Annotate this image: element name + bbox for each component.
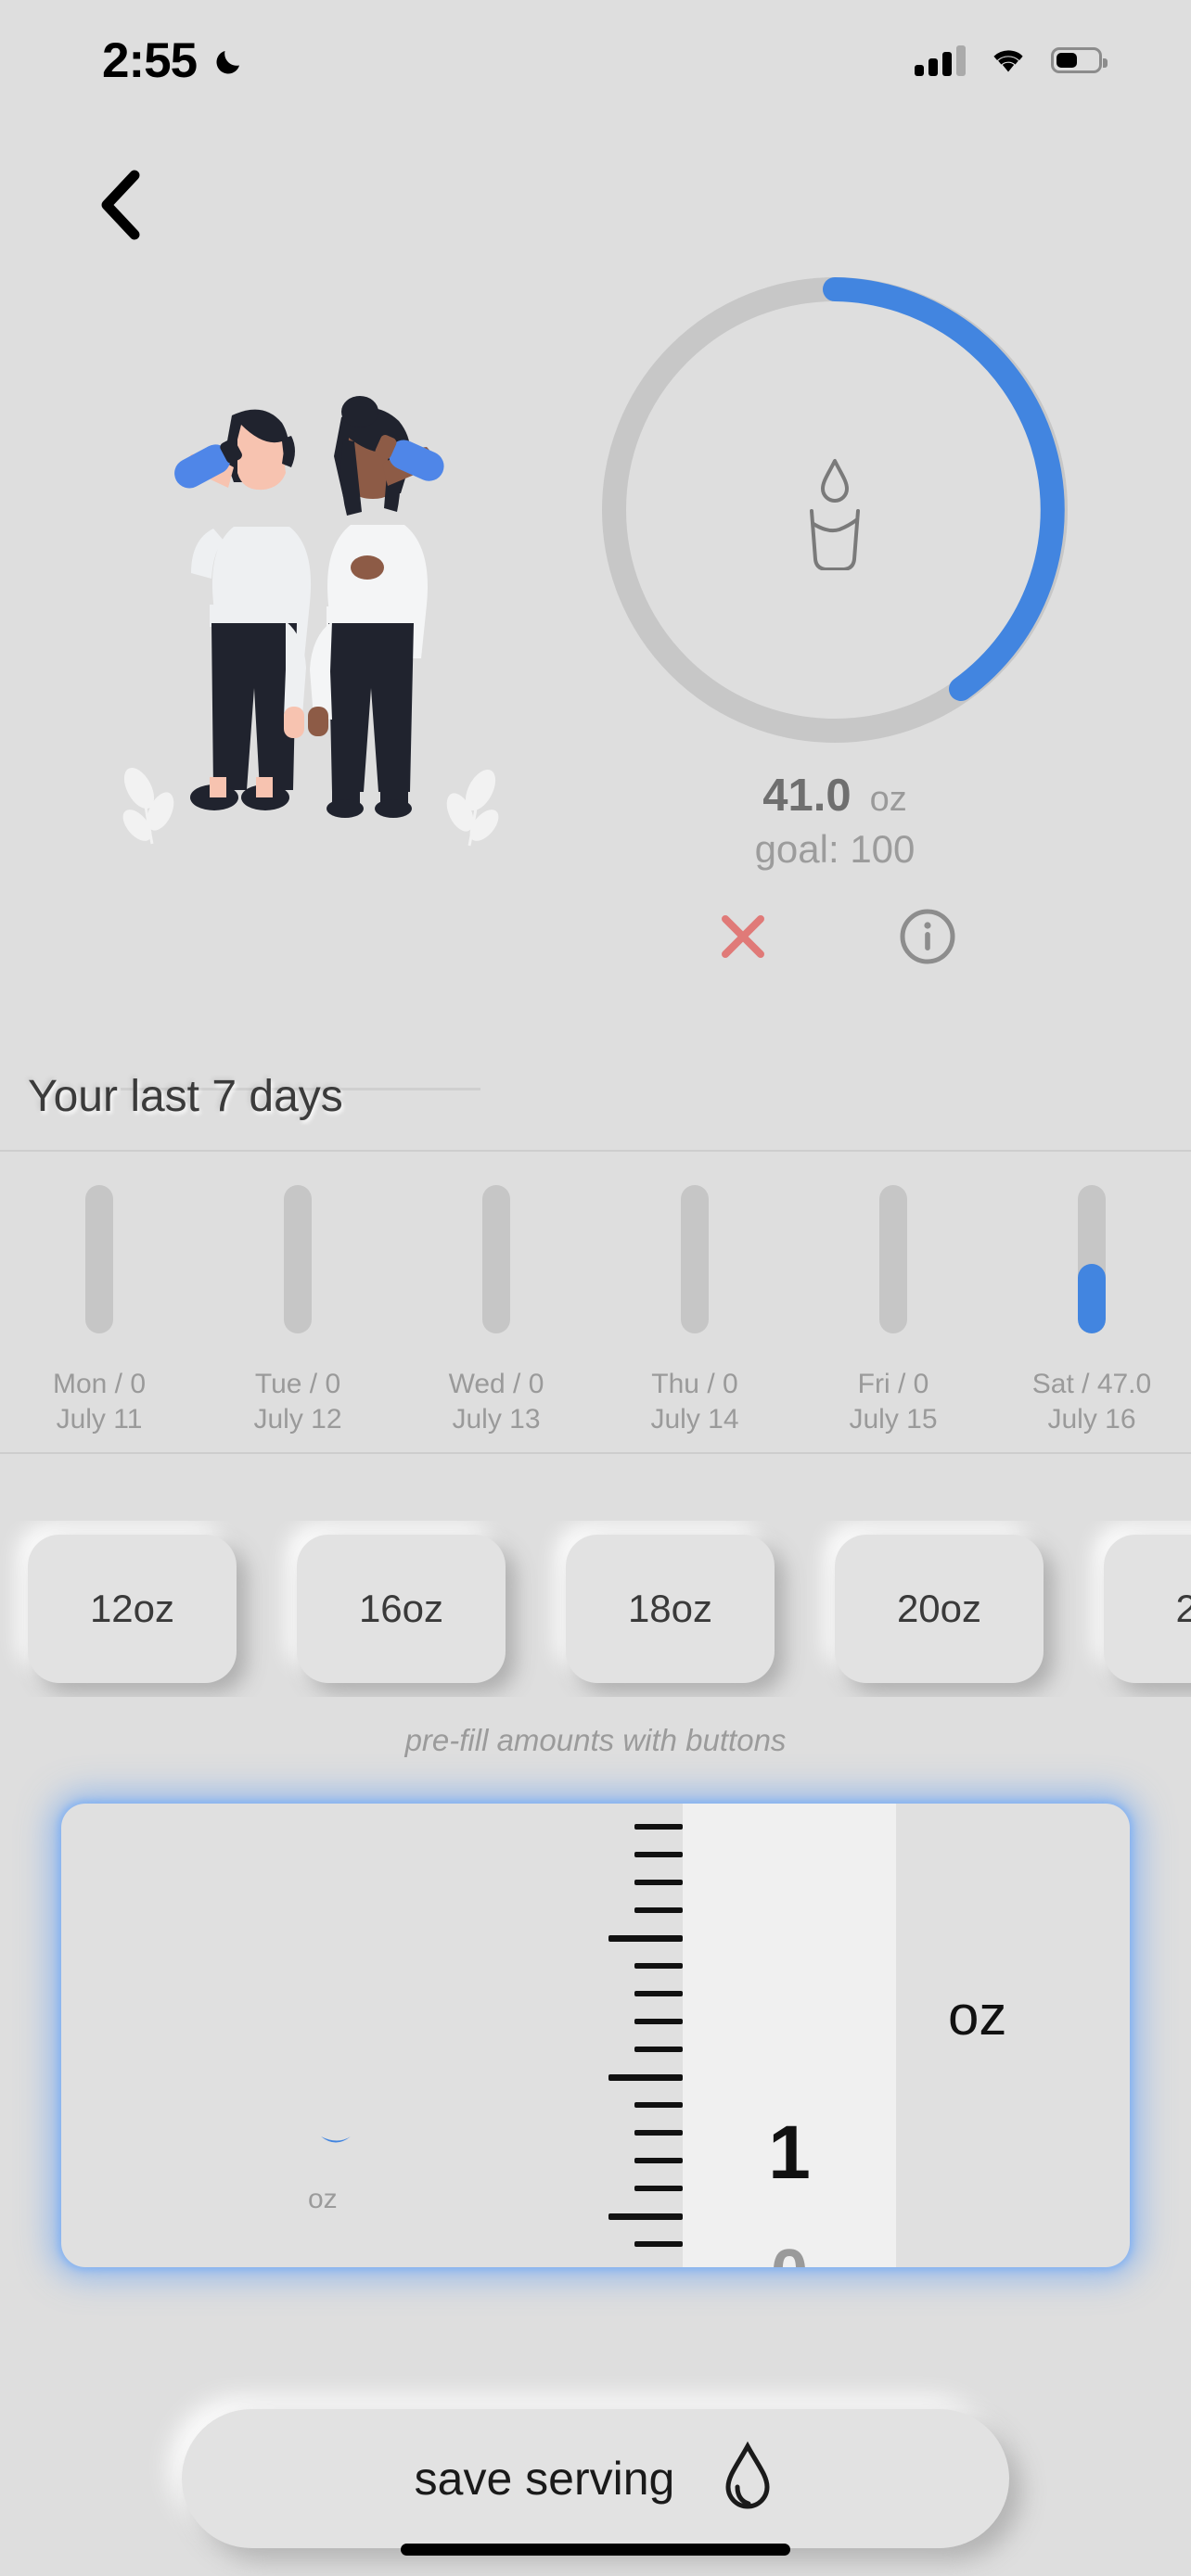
chart-day-date: July 12 xyxy=(253,1404,342,1435)
chart-day-date: July 11 xyxy=(56,1404,143,1435)
status-bar-time: 2:55 xyxy=(102,32,198,88)
close-x-icon xyxy=(714,908,772,970)
chart-day-date: July 14 xyxy=(650,1404,739,1435)
chart-day-label: Fri / 0 July 15 xyxy=(849,1367,937,1438)
picker-small-unit: oz xyxy=(308,2184,338,2214)
chart-day-column[interactable]: Wed / 0 July 13 xyxy=(397,1157,596,1438)
chart-day-label: Wed / 0 July 13 xyxy=(449,1367,544,1438)
status-bar-left: 2:55 xyxy=(102,32,249,89)
chart-bar-fill xyxy=(1078,1263,1106,1333)
water-drop-icon xyxy=(719,2441,776,2518)
clear-button[interactable] xyxy=(704,899,782,977)
preset-hint: pre-fill amounts with buttons xyxy=(404,1723,787,1757)
picker-selected-value: 1 xyxy=(768,2111,811,2195)
preset-button[interactable]: 20oz xyxy=(835,1535,1044,1683)
chart-day-label: Thu / 0 July 14 xyxy=(650,1367,738,1438)
chart-day-value: Fri / 0 xyxy=(857,1369,929,1399)
picker-next-value: 0 xyxy=(683,2236,896,2267)
chart-day-column[interactable]: Fri / 0 July 15 xyxy=(794,1157,992,1438)
chart-day-value: Sat / 47.0 xyxy=(1031,1369,1152,1399)
cellular-bars-icon xyxy=(915,45,966,76)
save-serving-button[interactable]: save serving xyxy=(182,2409,1009,2548)
info-button[interactable] xyxy=(889,899,967,977)
picker-left-pane: oz xyxy=(61,1804,608,2267)
chart-day-column[interactable]: Mon / 0 July 11 xyxy=(0,1157,198,1438)
chart-bar-track xyxy=(681,1185,709,1333)
picker-unit-pane: oz xyxy=(896,1804,1130,2267)
wifi-icon xyxy=(988,44,1029,78)
info-circle-icon xyxy=(898,907,957,971)
hero-actions xyxy=(584,899,1085,977)
chart-day-value: Wed / 0 xyxy=(448,1369,544,1399)
chart-day-label: Tue / 0 July 12 xyxy=(253,1367,341,1438)
chart-bar-track xyxy=(879,1185,907,1333)
current-amount: 41.0 xyxy=(762,771,852,821)
preset-buttons-row[interactable]: 12oz 16oz 18oz 20oz 21o xyxy=(0,1521,1191,1697)
chart-day-value: Tue / 0 xyxy=(254,1369,341,1399)
status-bar: 2:55 xyxy=(0,0,1191,121)
serving-amount-picker[interactable]: oz 1 0 oz xyxy=(61,1804,1130,2267)
chart-day-value: Thu / 0 xyxy=(651,1369,738,1399)
chart-bar-track xyxy=(85,1185,113,1333)
picker-selection-band[interactable]: 1 0 xyxy=(683,1804,896,2267)
goal-label: goal: 100 xyxy=(754,827,916,871)
amount-unit: oz xyxy=(869,780,907,819)
chart-day-column[interactable]: Thu / 0 July 14 xyxy=(596,1157,794,1438)
save-serving-label: save serving xyxy=(414,2453,675,2505)
water-drop-indicator-icon xyxy=(319,2133,352,2152)
history-divider-top xyxy=(0,1150,1191,1152)
history-title: Your last 7 days xyxy=(28,1072,343,1121)
picker-unit-label: oz xyxy=(948,1984,1007,2047)
weekly-chart: Mon / 0 July 11 Tue / 0 July 12 Wed / 0 … xyxy=(0,1157,1191,1445)
chart-day-column[interactable]: Sat / 47.0 July 16 xyxy=(992,1157,1191,1438)
moon-icon xyxy=(211,42,249,79)
water-glass-icon xyxy=(784,450,886,570)
preset-button[interactable]: 18oz xyxy=(566,1535,775,1683)
chart-bar-track xyxy=(482,1185,510,1333)
history-divider-bottom xyxy=(0,1452,1191,1454)
chart-day-label: Sat / 47.0 July 16 xyxy=(1032,1367,1151,1438)
chart-day-column[interactable]: Tue / 0 July 12 xyxy=(198,1157,397,1438)
picker-ruler[interactable] xyxy=(608,1804,683,2267)
progress-ring xyxy=(584,260,1085,760)
chart-day-date: July 15 xyxy=(849,1404,938,1435)
preset-button[interactable]: 12oz xyxy=(28,1535,237,1683)
two-people-drinking-water-illustration xyxy=(109,389,518,872)
preset-button[interactable]: 16oz xyxy=(297,1535,506,1683)
home-indicator xyxy=(401,2544,790,2556)
chart-day-date: July 16 xyxy=(1047,1404,1136,1435)
chart-day-date: July 13 xyxy=(452,1404,541,1435)
chart-day-label: Mon / 0 July 11 xyxy=(53,1367,146,1438)
chart-day-value: Mon / 0 xyxy=(52,1369,147,1399)
status-bar-right xyxy=(915,44,1108,78)
hero-section: 41.0 oz goal: 100 xyxy=(0,232,1191,1090)
water-readout: 41.0 oz goal: 100 xyxy=(584,770,1085,872)
chart-bar-track xyxy=(284,1185,312,1333)
battery-icon xyxy=(1051,47,1108,73)
chart-bar-track xyxy=(1078,1185,1106,1333)
preset-button[interactable]: 21o xyxy=(1104,1535,1191,1683)
